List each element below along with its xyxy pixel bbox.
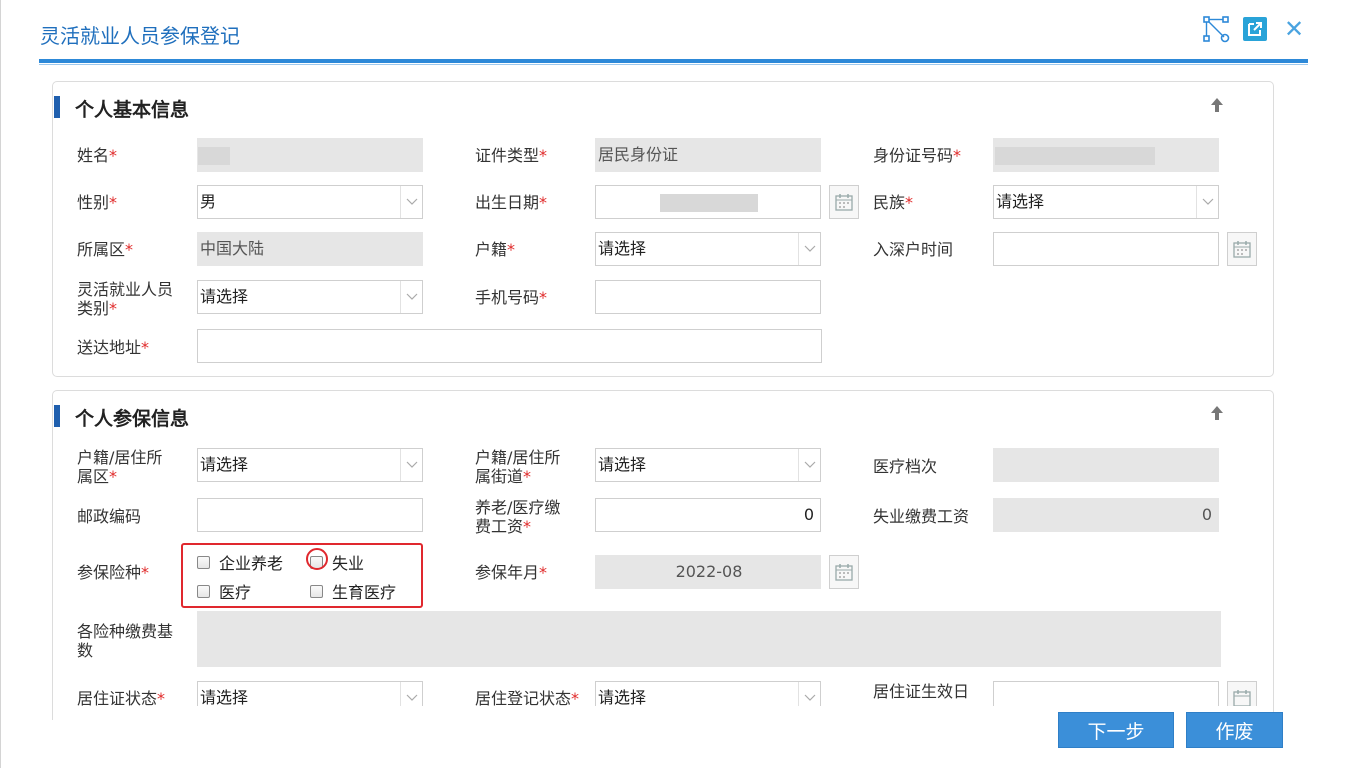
- residence-reg-status-value: 请选择: [598, 688, 647, 706]
- category-select[interactable]: 请选择: [197, 280, 423, 314]
- insured-month-field: 2022-08: [595, 555, 821, 589]
- insured-month-label: 参保年月*: [475, 563, 548, 582]
- checkbox-enterprise-pension[interactable]: 企业养老: [197, 550, 283, 574]
- pension-wage-input[interactable]: 0: [595, 498, 821, 532]
- collapse-arrow-icon[interactable]: [1209, 96, 1225, 114]
- checkbox-label: 失业: [332, 554, 365, 573]
- fit-screen-icon[interactable]: [1202, 15, 1230, 43]
- hukou-value: 请选择: [598, 239, 647, 258]
- residence-street-label: 户籍/居住所 属街道*: [475, 448, 561, 486]
- district-label: 所属区*: [77, 240, 134, 259]
- hukou-select[interactable]: 请选择: [595, 232, 821, 266]
- residence-district-label: 户籍/居住所 属区*: [77, 448, 163, 486]
- redacted-name: [198, 147, 230, 165]
- collapse-arrow-icon[interactable]: [1209, 404, 1225, 422]
- checkbox-label: 生育医疗: [332, 583, 397, 602]
- checkbox-medical[interactable]: 医疗: [197, 579, 251, 603]
- window-edge: [0, 0, 1, 768]
- address-input[interactable]: [197, 329, 822, 363]
- void-button[interactable]: 作废: [1186, 712, 1283, 748]
- gender-select[interactable]: 男: [197, 185, 423, 219]
- residence-district-select[interactable]: 请选择: [197, 448, 423, 482]
- category-value: 请选择: [200, 287, 249, 306]
- district-field: 中国大陆: [197, 232, 423, 266]
- unemployment-wage-field: 0: [993, 498, 1219, 532]
- redacted-birth-date: [660, 194, 758, 212]
- mobile-label: 手机号码*: [475, 288, 548, 307]
- contribution-base-area: [197, 611, 1221, 667]
- chevron-down-icon: [400, 449, 422, 481]
- highlight-circle: [306, 548, 328, 570]
- residence-street-value: 请选择: [598, 455, 647, 474]
- calendar-icon[interactable]: [1227, 681, 1257, 706]
- close-icon[interactable]: ✕: [1280, 15, 1308, 43]
- ethnicity-select[interactable]: 请选择: [993, 185, 1219, 219]
- settle-date-label: 入深户时间: [873, 240, 954, 259]
- residence-permit-status-value: 请选择: [200, 688, 249, 706]
- redacted-id-number: [995, 147, 1155, 165]
- chevron-down-icon: [400, 186, 422, 218]
- permit-effective-date-label: 居住证生效日: [873, 682, 970, 701]
- postal-code-input[interactable]: [197, 498, 423, 532]
- residence-reg-status-select[interactable]: 请选择: [595, 681, 821, 706]
- next-step-button[interactable]: 下一步: [1058, 712, 1174, 748]
- residence-reg-status-label: 居住登记状态*: [475, 689, 580, 706]
- settle-date-input[interactable]: [993, 232, 1219, 266]
- basic-info-title: 个人基本信息: [75, 99, 190, 121]
- calendar-icon[interactable]: [1227, 232, 1257, 266]
- chevron-down-icon: [1196, 186, 1218, 218]
- calendar-icon[interactable]: [829, 185, 859, 219]
- dialog-title: 灵活就业人员参保登记: [40, 24, 240, 48]
- section-marker: [54, 405, 60, 427]
- chevron-down-icon: [400, 281, 422, 313]
- medical-level-label: 医疗档次: [873, 457, 938, 476]
- id-number-label: 身份证号码*: [873, 146, 962, 165]
- chevron-down-icon: [798, 449, 820, 481]
- gender-label: 性别*: [77, 193, 118, 212]
- mobile-input[interactable]: [595, 280, 821, 314]
- checkbox-box[interactable]: [197, 555, 210, 569]
- checkbox-box[interactable]: [197, 584, 210, 598]
- residence-permit-status-label: 居住证状态*: [77, 689, 166, 706]
- checkbox-label: 企业养老: [219, 554, 284, 573]
- contribution-base-label: 各险种缴费基 数: [77, 622, 174, 660]
- residence-street-select[interactable]: 请选择: [595, 448, 821, 482]
- name-label: 姓名*: [77, 146, 118, 165]
- section-marker: [54, 96, 60, 118]
- checkbox-box[interactable]: [310, 584, 323, 598]
- id-type-label: 证件类型*: [475, 146, 548, 165]
- residence-district-value: 请选择: [200, 455, 249, 474]
- clipped-row-viewport: 居住证状态* 请选择 居住登记状态* 请选择 居住证生效日: [53, 676, 1273, 706]
- residence-permit-status-select[interactable]: 请选择: [197, 681, 423, 706]
- address-label: 送达地址*: [77, 338, 150, 357]
- ethnicity-value: 请选择: [996, 192, 1045, 211]
- birth-date-label: 出生日期*: [475, 193, 548, 212]
- category-label: 灵活就业人员 类别*: [77, 280, 174, 318]
- id-type-field: 居民身份证: [595, 138, 821, 172]
- title-divider: [39, 59, 1308, 63]
- insurance-info-title: 个人参保信息: [75, 408, 190, 430]
- calendar-icon[interactable]: [829, 555, 859, 589]
- unemployment-wage-label: 失业缴费工资: [873, 507, 970, 526]
- gender-value: 男: [200, 192, 217, 211]
- name-field: [197, 138, 423, 172]
- title-divider-shadow: [39, 64, 1308, 65]
- insurance-types-label: 参保险种*: [77, 563, 150, 582]
- postal-code-label: 邮政编码: [77, 507, 142, 526]
- hukou-label: 户籍*: [475, 240, 516, 259]
- medical-level-field: [993, 448, 1219, 482]
- chevron-down-icon: [400, 682, 422, 706]
- checkbox-label: 医疗: [219, 583, 252, 602]
- open-new-window-icon[interactable]: [1243, 17, 1267, 41]
- pension-wage-label: 养老/医疗缴 费工资*: [475, 498, 561, 536]
- permit-effective-date-input[interactable]: [993, 681, 1219, 706]
- chevron-down-icon: [798, 682, 820, 706]
- chevron-down-icon: [798, 233, 820, 265]
- ethnicity-label: 民族*: [873, 193, 914, 212]
- checkbox-maternity-medical[interactable]: 生育医疗: [310, 579, 396, 603]
